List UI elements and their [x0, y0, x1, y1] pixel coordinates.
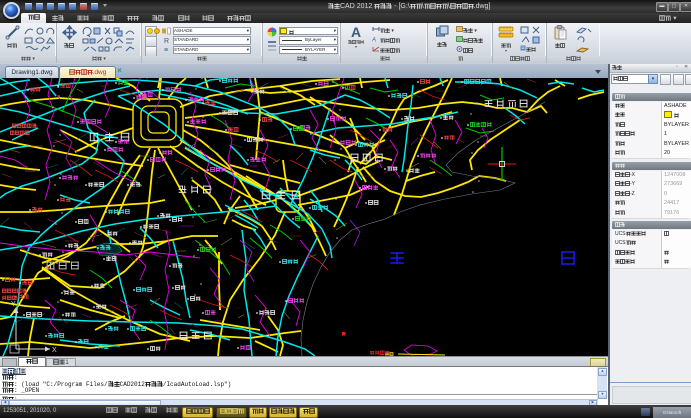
svg-text:Y: Y: [11, 301, 16, 308]
svg-text:A: A: [372, 38, 376, 43]
svg-text:R: R: [164, 38, 169, 45]
svg-text:X: X: [52, 347, 57, 354]
svg-text:≡: ≡: [164, 47, 168, 54]
